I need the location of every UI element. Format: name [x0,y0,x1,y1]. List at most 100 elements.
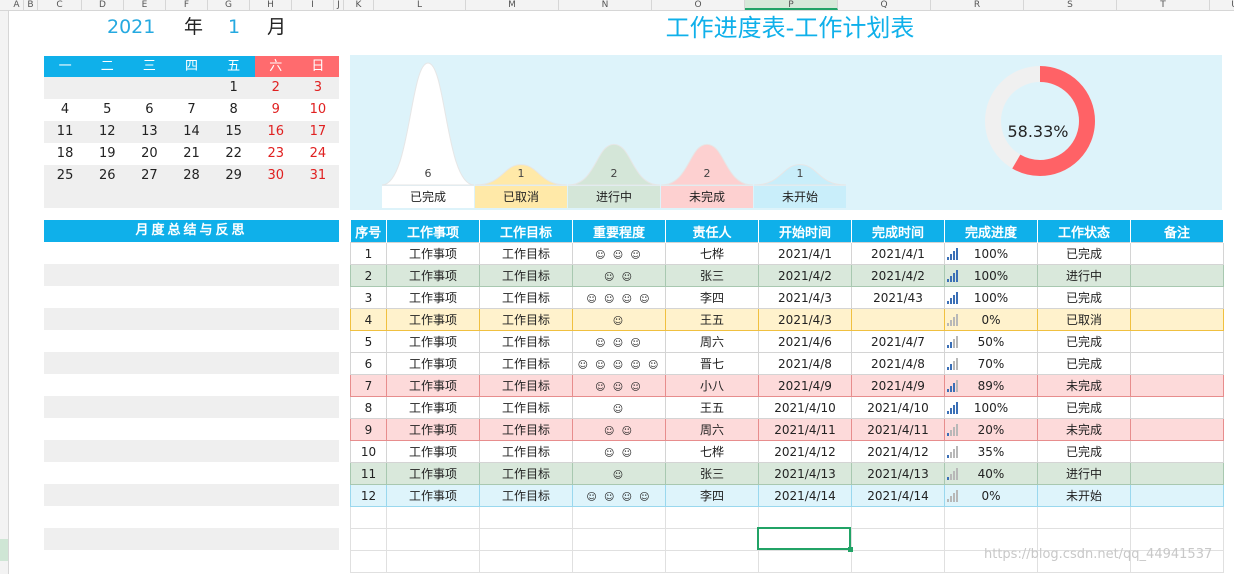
calendar-day[interactable]: 9 [255,99,297,121]
calendar-day[interactable]: 8 [213,99,255,121]
column-header-g[interactable]: G [208,0,250,10]
cell-goal[interactable]: 工作目标 [479,286,573,309]
empty-cell[interactable] [665,550,759,573]
calendar-day[interactable]: 31 [297,165,339,187]
empty-cell[interactable] [572,506,666,529]
cell-owner[interactable]: 王五 [665,308,759,331]
cell-owner[interactable]: 周六 [665,418,759,441]
cell-status[interactable]: 已完成 [1037,352,1131,375]
cell-no[interactable]: 1 [350,242,387,265]
calendar-day[interactable]: 28 [170,165,212,187]
progress-cell[interactable]: 70% [944,352,1038,375]
column-header[interactable]: 完成时间 [851,220,945,243]
cell-no[interactable]: 10 [350,440,387,463]
summary-line[interactable] [44,528,339,550]
cell-status[interactable]: 未完成 [1037,418,1131,441]
cell-no[interactable]: 7 [350,374,387,397]
column-header-k[interactable]: K [344,0,374,10]
cell-task[interactable]: 工作事项 [386,484,480,507]
calendar-day[interactable] [86,77,128,99]
table-row[interactable]: 3 工作事项 工作目标 ☺ ☺ ☺ ☺ 李四 2021/4/3 2021/43 100% 已完成 [350,286,1224,309]
column-header-n[interactable]: N [559,0,652,10]
cell-end[interactable]: 2021/4/9 [851,374,945,397]
cell-status[interactable]: 未开始 [1037,484,1131,507]
cell-status[interactable]: 已完成 [1037,330,1131,353]
cell-owner[interactable]: 晋七 [665,352,759,375]
calendar-day[interactable]: 20 [128,143,170,165]
progress-cell[interactable]: 100% [944,396,1038,419]
calendar-day[interactable]: 17 [297,121,339,143]
empty-cell[interactable] [350,528,387,551]
cell-task[interactable]: 工作事项 [386,286,480,309]
empty-cell[interactable] [758,550,852,573]
calendar-day[interactable]: 18 [44,143,86,165]
column-header-u[interactable]: U [1210,0,1234,10]
empty-cell[interactable] [851,528,945,551]
table-row[interactable]: 9 工作事项 工作目标 ☺ ☺ 周六 2021/4/11 2021/4/11 20% 未完成 [350,418,1224,441]
cell-goal[interactable]: 工作目标 [479,418,573,441]
empty-cell[interactable] [572,550,666,573]
calendar-day[interactable]: 4 [44,99,86,121]
column-header-j[interactable]: J [334,0,344,10]
cell-owner[interactable]: 七桦 [665,242,759,265]
column-header[interactable]: 开始时间 [758,220,852,243]
cell-no[interactable]: 4 [350,308,387,331]
empty-cell[interactable] [1037,506,1131,529]
calendar-day[interactable]: 2 [255,77,297,99]
cell-end[interactable]: 2021/4/14 [851,484,945,507]
empty-cell[interactable] [386,528,480,551]
cell-status[interactable]: 已完成 [1037,396,1131,419]
cell-no[interactable]: 12 [350,484,387,507]
progress-cell[interactable]: 100% [944,242,1038,265]
column-header-t[interactable]: T [1117,0,1210,10]
importance-cell[interactable]: ☺ [572,308,666,331]
column-header-e[interactable]: E [124,0,166,10]
cell-start[interactable]: 2021/4/14 [758,484,852,507]
cell-start[interactable]: 2021/4/2 [758,264,852,287]
column-header-s[interactable]: S [1024,0,1117,10]
summary-line[interactable] [44,484,339,506]
table-row[interactable]: 2 工作事项 工作目标 ☺ ☺ 张三 2021/4/2 2021/4/2 100% 进行中 [350,264,1224,287]
progress-cell[interactable]: 50% [944,330,1038,353]
cell-owner[interactable]: 周六 [665,330,759,353]
cell-owner[interactable]: 张三 [665,462,759,485]
cell-owner[interactable]: 李四 [665,484,759,507]
calendar-day[interactable]: 22 [213,143,255,165]
column-header-d[interactable]: D [82,0,124,10]
cell-status[interactable]: 已完成 [1037,242,1131,265]
table-row[interactable]: 6 工作事项 工作目标 ☺ ☺ ☺ ☺ ☺ 晋七 2021/4/8 2021/4/8 70% 已… [350,352,1224,375]
empty-cell[interactable] [572,528,666,551]
column-header[interactable]: 工作事项 [386,220,480,243]
cell-start[interactable]: 2021/4/11 [758,418,852,441]
cell-status[interactable]: 已完成 [1037,440,1131,463]
cell-end[interactable]: 2021/4/7 [851,330,945,353]
importance-cell[interactable]: ☺ ☺ ☺ [572,374,666,397]
calendar-day[interactable]: 27 [128,165,170,187]
calendar-day[interactable]: 13 [128,121,170,143]
cell-goal[interactable]: 工作目标 [479,462,573,485]
cell-task[interactable]: 工作事项 [386,264,480,287]
column-header-c[interactable]: C [38,0,82,10]
cell-goal[interactable]: 工作目标 [479,264,573,287]
year-value[interactable]: 2021 [107,14,155,40]
table-row[interactable]: 12 工作事项 工作目标 ☺ ☺ ☺ ☺ 李四 2021/4/14 2021/4/14 0% 未… [350,484,1224,507]
cell-owner[interactable]: 李四 [665,286,759,309]
cell-status[interactable]: 进行中 [1037,264,1131,287]
importance-cell[interactable]: ☺ [572,462,666,485]
cell-task[interactable]: 工作事项 [386,308,480,331]
calendar-day[interactable]: 21 [170,143,212,165]
cell-note[interactable] [1130,242,1224,265]
table-row[interactable]: 1 工作事项 工作目标 ☺ ☺ ☺ 七桦 2021/4/1 2021/4/1 100% 已完成 [350,242,1224,265]
column-header[interactable]: 完成进度 [944,220,1038,243]
cell-end[interactable]: 2021/4/1 [851,242,945,265]
empty-cell[interactable] [944,506,1038,529]
cell-task[interactable]: 工作事项 [386,242,480,265]
cell-note[interactable] [1130,264,1224,287]
calendar-day[interactable] [44,77,86,99]
selected-cell[interactable] [757,527,853,552]
cell-start[interactable]: 2021/4/13 [758,462,852,485]
column-header-i[interactable]: I [292,0,334,10]
cell-note[interactable] [1130,396,1224,419]
cell-goal[interactable]: 工作目标 [479,242,573,265]
cell-no[interactable]: 9 [350,418,387,441]
